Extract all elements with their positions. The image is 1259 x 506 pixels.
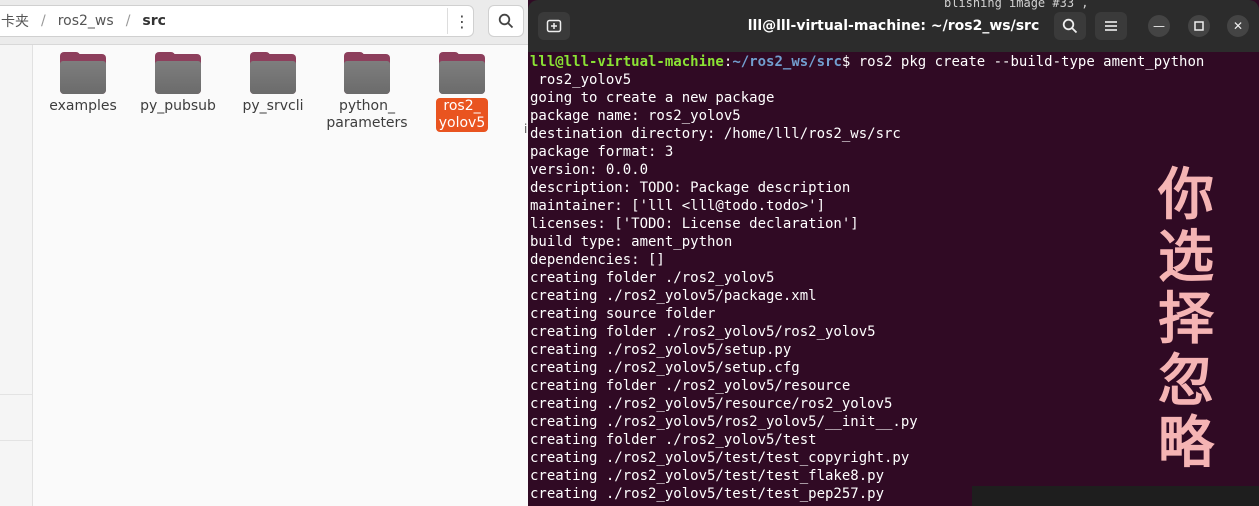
folder-label: py_pubsub — [140, 98, 216, 114]
terminal-line: licenses: ['TODO: License declaration'] — [530, 216, 859, 232]
close-icon: ✕ — [1232, 19, 1244, 33]
terminal-output[interactable]: lll@lll-virtual-machine:~/ros2_ws/src$ r… — [530, 53, 1259, 506]
folder-py-srvcli[interactable]: py_srvcli — [228, 52, 318, 115]
folder-python-parameters[interactable]: python_ parameters — [322, 52, 412, 132]
terminal-line: going to create a new package — [530, 90, 775, 106]
breadcrumb-separator: / — [41, 13, 46, 29]
vertical-dots-icon: ⋮ — [454, 11, 470, 31]
folder-label: examples — [49, 98, 117, 114]
terminal-line: creating ./ros2_yolov5/setup.py — [530, 342, 792, 358]
terminal-line: creating ./ros2_yolov5/resource/ros2_yol… — [530, 396, 893, 412]
file-manager-header: 卡夹 / ros2_ws / src ⋮ — [0, 0, 528, 45]
prompt-path: ~/ros2_ws/src — [732, 54, 842, 70]
terminal-line: dependencies: [] — [530, 252, 665, 268]
folder-icon — [439, 52, 485, 94]
command-text: $ ros2 pkg create --build-type ament_pyt… — [841, 54, 1205, 70]
terminal-line: build type: ament_python — [530, 234, 733, 250]
folder-examples[interactable]: examples — [38, 52, 128, 115]
folder-ros2-yolov5[interactable]: ros2_ yolov5 — [417, 52, 507, 132]
terminal-line: package format: 3 — [530, 144, 674, 160]
maximize-button[interactable] — [1188, 15, 1210, 37]
terminal-window: lll@lll-virtual-machine: ~/ros2_ws/src —… — [528, 0, 1259, 506]
file-manager-window: 卡夹 / ros2_ws / src ⋮ examples py_pubsub … — [0, 0, 528, 506]
more-options-button[interactable]: ⋮ — [447, 8, 476, 34]
prompt-user: lll@lll-virtual-machine — [530, 54, 724, 70]
terminal-line: description: TODO: Package description — [530, 180, 851, 196]
terminal-line: creating ./ros2_yolov5/test/test_copyrig… — [530, 450, 910, 466]
terminal-line: package name: ros2_yolov5 — [530, 108, 741, 124]
breadcrumb-src[interactable]: src — [136, 13, 172, 29]
background-window-fragment — [972, 486, 1259, 506]
terminal-line: creating source folder — [530, 306, 716, 322]
folder-label-selected: ros2_ yolov5 — [435, 98, 489, 132]
sidebar-divider — [0, 440, 32, 441]
terminal-line: creating ./ros2_yolov5/test/test_flake8.… — [530, 468, 885, 484]
terminal-titlebar[interactable]: lll@lll-virtual-machine: ~/ros2_ws/src —… — [528, 0, 1259, 52]
overlay-watermark-text: 你选择忽略 — [1158, 163, 1214, 476]
terminal-line: ros2_yolov5 — [530, 72, 632, 88]
terminal-line: creating ./ros2_yolov5/ros2_yolov5/__ini… — [530, 414, 918, 430]
truncated-item-label: i — [524, 122, 528, 136]
minimize-icon: — — [1153, 19, 1165, 33]
terminal-line: creating folder ./ros2_yolov5/ros2_yolov… — [530, 324, 876, 340]
folder-icon — [155, 52, 201, 94]
prompt-line: lll@lll-virtual-machine:~/ros2_ws/src$ r… — [530, 53, 1259, 71]
maximize-icon — [1194, 21, 1204, 31]
hamburger-icon — [1105, 21, 1117, 31]
close-button[interactable]: ✕ — [1227, 15, 1249, 37]
search-icon — [1062, 18, 1078, 34]
terminal-line: creating folder ./ros2_yolov5 — [530, 270, 775, 286]
folder-icon — [60, 52, 106, 94]
sidebar[interactable] — [0, 45, 33, 506]
output-lines: ros2_yolov5going to create a new package… — [530, 71, 1259, 503]
folder-icon — [344, 52, 390, 94]
breadcrumb[interactable]: 卡夹 / ros2_ws / src — [0, 5, 474, 37]
breadcrumb-ros2-ws[interactable]: ros2_ws — [52, 13, 120, 29]
search-icon — [498, 13, 514, 29]
terminal-line: version: 0.0.0 — [530, 162, 649, 178]
terminal-line: creating folder ./ros2_yolov5/resource — [530, 378, 851, 394]
terminal-line: creating folder ./ros2_yolov5/test — [530, 432, 817, 448]
minimize-button[interactable]: — — [1148, 15, 1170, 37]
terminal-line: maintainer: ['lll <lll@todo.todo>'] — [530, 198, 826, 214]
terminal-line: creating ./ros2_yolov5/setup.cfg — [530, 360, 800, 376]
terminal-line: destination directory: /home/lll/ros2_ws… — [530, 126, 901, 142]
terminal-line: creating ./ros2_yolov5/package.xml — [530, 288, 817, 304]
background-window-text: blishing image #33 , — [944, 0, 1089, 10]
sidebar-divider — [0, 394, 32, 395]
breadcrumb-separator: / — [125, 13, 131, 29]
folder-py-pubsub[interactable]: py_pubsub — [133, 52, 223, 115]
folder-label: python_ parameters — [326, 98, 408, 131]
breadcrumb-partial[interactable]: 卡夹 — [0, 11, 35, 31]
hamburger-menu-button[interactable] — [1095, 12, 1127, 40]
folder-icon — [250, 52, 296, 94]
terminal-search-button[interactable] — [1054, 12, 1086, 40]
folder-label: py_srvcli — [242, 98, 304, 114]
search-button[interactable] — [488, 5, 524, 37]
